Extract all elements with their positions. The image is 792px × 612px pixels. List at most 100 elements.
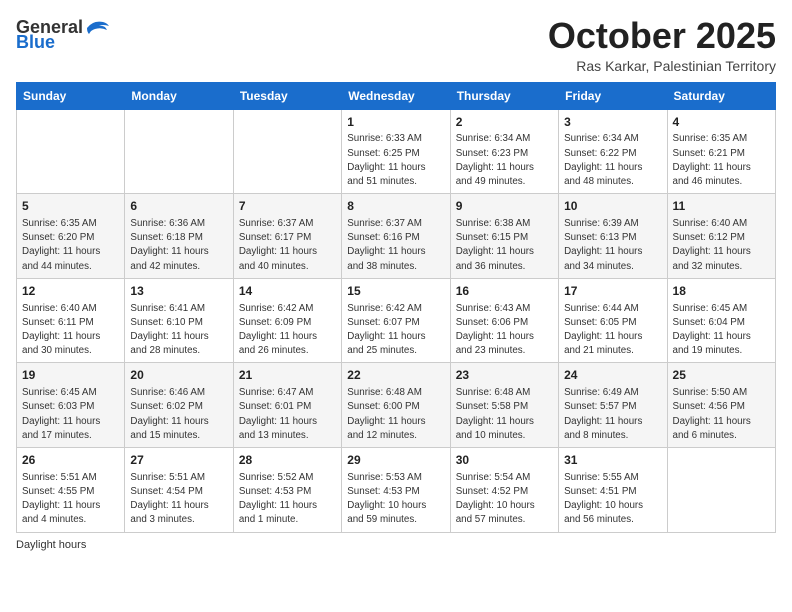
calendar-cell: 31 Sunrise: 5:55 AM Sunset: 4:51 PM Dayli…: [559, 448, 667, 533]
footer-note: Daylight hours: [16, 539, 776, 551]
day-number: 19: [22, 367, 119, 384]
day-info: Sunrise: 5:50 AM Sunset: 4:56 PM Dayligh…: [673, 386, 770, 443]
calendar-header-row: SundayMondayTuesdayWednesdayThursdayFrid…: [17, 82, 776, 109]
calendar-cell: 26 Sunrise: 5:51 AM Sunset: 4:55 PM Dayli…: [17, 448, 125, 533]
day-info: Sunrise: 5:54 AM Sunset: 4:52 PM Dayligh…: [456, 471, 553, 528]
day-number: 18: [673, 283, 770, 300]
day-number: 7: [239, 198, 336, 215]
calendar-cell: 24Sunrise: 6:49 AM Sunset: 5:57 PM Dayli…: [559, 363, 667, 448]
calendar-day-header: Tuesday: [233, 82, 341, 109]
day-number: 31: [564, 452, 661, 469]
day-info: Sunrise: 5:52 AM Sunset: 4:53 PM Dayligh…: [239, 471, 336, 528]
location-title: Ras Karkar, Palestinian Territory: [548, 58, 776, 74]
calendar-week-row: 19 Sunrise: 6:45 AM Sunset: 6:03 PM Dayli…: [17, 363, 776, 448]
calendar-cell: [667, 448, 775, 533]
day-number: 23: [456, 367, 553, 384]
calendar-cell: 29Sunrise: 5:53 AM Sunset: 4:53 PM Dayli…: [342, 448, 450, 533]
day-number: 10: [564, 198, 661, 215]
day-number: 30: [456, 452, 553, 469]
calendar-cell: 3Sunrise: 6:34 AM Sunset: 6:22 PM Daylig…: [559, 109, 667, 194]
day-info: Sunrise: 6:34 AM Sunset: 6:22 PM Dayligh…: [564, 132, 661, 189]
day-number: 17: [564, 283, 661, 300]
calendar-cell: 20 Sunrise: 6:46 AM Sunset: 6:02 PM Dayli…: [125, 363, 233, 448]
calendar-cell: 30 Sunrise: 5:54 AM Sunset: 4:52 PM Dayli…: [450, 448, 558, 533]
day-number: 8: [347, 198, 444, 215]
day-number: 16: [456, 283, 553, 300]
day-info: Sunrise: 6:35 AM Sunset: 6:20 PM Dayligh…: [22, 217, 119, 274]
day-info: Sunrise: 5:55 AM Sunset: 4:51 PM Dayligh…: [564, 471, 661, 528]
day-number: 3: [564, 114, 661, 131]
day-number: 27: [130, 452, 227, 469]
calendar-cell: 6 Sunrise: 6:36 AM Sunset: 6:18 PM Daylig…: [125, 194, 233, 279]
title-area: October 2025 Ras Karkar, Palestinian Ter…: [548, 16, 776, 74]
calendar-cell: 17 Sunrise: 6:44 AM Sunset: 6:05 PM Dayli…: [559, 278, 667, 363]
day-info: Sunrise: 6:40 AM Sunset: 6:11 PM Dayligh…: [22, 302, 119, 359]
calendar-cell: 25 Sunrise: 5:50 AM Sunset: 4:56 PM Dayli…: [667, 363, 775, 448]
day-info: Sunrise: 6:36 AM Sunset: 6:18 PM Dayligh…: [130, 217, 227, 274]
day-info: Sunrise: 6:43 AM Sunset: 6:06 PM Dayligh…: [456, 302, 553, 359]
calendar-day-header: Wednesday: [342, 82, 450, 109]
day-number: 22: [347, 367, 444, 384]
day-info: Sunrise: 6:41 AM Sunset: 6:10 PM Dayligh…: [130, 302, 227, 359]
day-info: Sunrise: 6:38 AM Sunset: 6:15 PM Dayligh…: [456, 217, 553, 274]
calendar-cell: 8 Sunrise: 6:37 AM Sunset: 6:16 PM Daylig…: [342, 194, 450, 279]
day-number: 4: [673, 114, 770, 131]
day-info: Sunrise: 6:46 AM Sunset: 6:02 PM Dayligh…: [130, 386, 227, 443]
day-number: 11: [673, 198, 770, 215]
day-number: 29: [347, 452, 444, 469]
calendar-cell: [125, 109, 233, 194]
calendar-cell: 4Sunrise: 6:35 AM Sunset: 6:21 PM Daylig…: [667, 109, 775, 194]
calendar-cell: 11 Sunrise: 6:40 AM Sunset: 6:12 PM Dayli…: [667, 194, 775, 279]
calendar-cell: 13 Sunrise: 6:41 AM Sunset: 6:10 PM Dayli…: [125, 278, 233, 363]
day-number: 15: [347, 283, 444, 300]
calendar-day-header: Friday: [559, 82, 667, 109]
calendar-cell: 22 Sunrise: 6:48 AM Sunset: 6:00 PM Dayli…: [342, 363, 450, 448]
day-number: 24: [564, 367, 661, 384]
calendar-week-row: 12Sunrise: 6:40 AM Sunset: 6:11 PM Dayli…: [17, 278, 776, 363]
calendar-cell: 14 Sunrise: 6:42 AM Sunset: 6:09 PM Dayli…: [233, 278, 341, 363]
day-info: Sunrise: 6:47 AM Sunset: 6:01 PM Dayligh…: [239, 386, 336, 443]
day-number: 21: [239, 367, 336, 384]
day-info: Sunrise: 6:35 AM Sunset: 6:21 PM Dayligh…: [673, 132, 770, 189]
calendar-cell: 19 Sunrise: 6:45 AM Sunset: 6:03 PM Dayli…: [17, 363, 125, 448]
day-info: Sunrise: 6:40 AM Sunset: 6:12 PM Dayligh…: [673, 217, 770, 274]
day-info: Sunrise: 6:37 AM Sunset: 6:17 PM Dayligh…: [239, 217, 336, 274]
day-info: Sunrise: 6:33 AM Sunset: 6:25 PM Dayligh…: [347, 132, 444, 189]
calendar-week-row: 5Sunrise: 6:35 AM Sunset: 6:20 PM Daylig…: [17, 194, 776, 279]
day-info: Sunrise: 6:48 AM Sunset: 6:00 PM Dayligh…: [347, 386, 444, 443]
calendar-table: SundayMondayTuesdayWednesdayThursdayFrid…: [16, 82, 776, 533]
day-info: Sunrise: 5:51 AM Sunset: 4:55 PM Dayligh…: [22, 471, 119, 528]
day-info: Sunrise: 6:37 AM Sunset: 6:16 PM Dayligh…: [347, 217, 444, 274]
day-number: 1: [347, 114, 444, 131]
month-title: October 2025: [548, 16, 776, 56]
calendar-cell: 16 Sunrise: 6:43 AM Sunset: 6:06 PM Dayli…: [450, 278, 558, 363]
day-number: 26: [22, 452, 119, 469]
day-number: 6: [130, 198, 227, 215]
calendar-cell: 18 Sunrise: 6:45 AM Sunset: 6:04 PM Dayli…: [667, 278, 775, 363]
calendar-cell: 10Sunrise: 6:39 AM Sunset: 6:13 PM Dayli…: [559, 194, 667, 279]
logo-bird-icon: [83, 16, 111, 38]
day-number: 25: [673, 367, 770, 384]
logo-blue: Blue: [16, 32, 55, 53]
day-number: 28: [239, 452, 336, 469]
day-number: 13: [130, 283, 227, 300]
day-number: 20: [130, 367, 227, 384]
calendar-day-header: Thursday: [450, 82, 558, 109]
day-info: Sunrise: 6:45 AM Sunset: 6:03 PM Dayligh…: [22, 386, 119, 443]
calendar-cell: 2Sunrise: 6:34 AM Sunset: 6:23 PM Daylig…: [450, 109, 558, 194]
day-info: Sunrise: 6:42 AM Sunset: 6:09 PM Dayligh…: [239, 302, 336, 359]
calendar-cell: 28 Sunrise: 5:52 AM Sunset: 4:53 PM Dayli…: [233, 448, 341, 533]
calendar-cell: 7 Sunrise: 6:37 AM Sunset: 6:17 PM Daylig…: [233, 194, 341, 279]
calendar-week-row: 1Sunrise: 6:33 AM Sunset: 6:25 PM Daylig…: [17, 109, 776, 194]
day-info: Sunrise: 6:44 AM Sunset: 6:05 PM Dayligh…: [564, 302, 661, 359]
day-number: 9: [456, 198, 553, 215]
calendar-cell: [233, 109, 341, 194]
calendar-day-header: Saturday: [667, 82, 775, 109]
day-info: Sunrise: 6:45 AM Sunset: 6:04 PM Dayligh…: [673, 302, 770, 359]
calendar-cell: 23Sunrise: 6:48 AM Sunset: 5:58 PM Dayli…: [450, 363, 558, 448]
day-number: 14: [239, 283, 336, 300]
day-number: 2: [456, 114, 553, 131]
calendar-cell: 9 Sunrise: 6:38 AM Sunset: 6:15 PM Daylig…: [450, 194, 558, 279]
header: General Blue October 2025 Ras Karkar, Pa…: [16, 16, 776, 74]
calendar-cell: 12Sunrise: 6:40 AM Sunset: 6:11 PM Dayli…: [17, 278, 125, 363]
